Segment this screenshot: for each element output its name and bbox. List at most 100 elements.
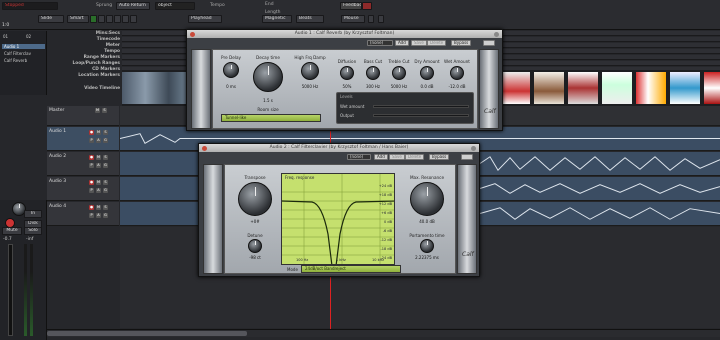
track-rec-button[interactable]: ●	[89, 155, 94, 160]
editor-list-tab-2[interactable]: 02	[26, 34, 31, 39]
transpose-label: Transpose	[244, 175, 266, 180]
range-tool-icon[interactable]	[98, 15, 105, 23]
feedback-button[interactable]: Feedback	[340, 2, 362, 10]
filter-mode-select[interactable]: 24dB/oct Bandreject	[301, 265, 401, 273]
frequency-response-graph[interactable]: Freq. response +24 dB +18 dB +12 dB +6 d…	[281, 173, 395, 265]
db-label: -18 dB	[380, 247, 392, 251]
track-header-audio-1[interactable]: Audio 1 ● M S P A G	[47, 127, 119, 151]
track-header-audio-2[interactable]: Audio 2 ● M S P A G	[47, 152, 119, 176]
treble-cut-knob[interactable]	[392, 66, 406, 80]
preset-add-button[interactable]: Add	[374, 154, 388, 160]
track-solo-button[interactable]: S	[102, 108, 107, 113]
nudge-left-icon[interactable]	[368, 15, 374, 23]
track-name: Audio 2	[49, 154, 67, 159]
high-frq-damp-knob[interactable]	[301, 62, 319, 80]
track-playlist-button[interactable]: P	[89, 163, 94, 168]
dry-amount-knob[interactable]	[420, 66, 434, 80]
edit-mode-select[interactable]: Slide	[38, 15, 64, 23]
track-playlist-button[interactable]: P	[89, 188, 94, 193]
minimize-icon[interactable]	[471, 145, 476, 151]
track-header-audio-4[interactable]: Audio 4 ● M S P A G	[47, 202, 119, 226]
snap-mode-select[interactable]: Magnetic	[262, 15, 292, 23]
track-mute-button[interactable]: M	[96, 130, 101, 135]
track-automation-button[interactable]: A	[96, 163, 101, 168]
track-group-button[interactable]: G	[103, 188, 108, 193]
strip-solo-button[interactable]: Solo	[24, 227, 42, 235]
wet-level-meter	[373, 105, 469, 108]
track-mute-button[interactable]: M	[96, 180, 101, 185]
strip-mute-button[interactable]: Mute	[2, 227, 22, 235]
track-playlist-button[interactable]: P	[89, 213, 94, 218]
track-solo-button[interactable]: S	[103, 155, 108, 160]
close-icon[interactable]	[202, 145, 207, 151]
grab-tool-icon[interactable]	[90, 15, 97, 23]
object-selector[interactable]: object	[155, 2, 195, 10]
track-mute-button[interactable]: M	[96, 205, 101, 210]
bass-cut-knob[interactable]	[366, 66, 380, 80]
video-thumbnail	[568, 72, 598, 104]
horizontal-scrollbar[interactable]	[47, 329, 720, 337]
auto-return-button[interactable]: Auto Return	[116, 2, 150, 10]
preset-delete-button[interactable]: Delete	[427, 40, 447, 46]
edit-point-select[interactable]: Mouse	[341, 15, 365, 23]
audition-tool-icon[interactable]	[122, 15, 129, 23]
gain-fader[interactable]	[8, 244, 13, 336]
track-mute-button[interactable]: M	[96, 155, 101, 160]
preset-save-button[interactable]: Save	[389, 154, 405, 160]
editor-list-item[interactable]: Calf Reverb	[2, 58, 27, 63]
hz-label: 100 Hz	[296, 258, 309, 262]
track-solo-button[interactable]: S	[103, 130, 108, 135]
track-automation-button[interactable]: A	[96, 138, 101, 143]
wet-amount-knob[interactable]	[450, 66, 464, 80]
cut-tool-icon[interactable]	[106, 15, 113, 23]
edit-plugin-icon[interactable]	[461, 154, 473, 160]
preset-add-button[interactable]: Add	[395, 40, 409, 46]
track-rec-button[interactable]: ●	[89, 130, 94, 135]
transpose-knob[interactable]	[238, 182, 272, 216]
editor-list-tab-1[interactable]: 01	[3, 34, 8, 39]
preset-select[interactable]: (none)	[347, 154, 371, 160]
close-icon[interactable]	[190, 31, 195, 37]
monitor-input-button[interactable]: In	[24, 210, 42, 218]
plugin-window-title[interactable]: Audio 1 : Calf Reverb (by Krzysztof Folt…	[187, 30, 502, 38]
track-group-button[interactable]: G	[103, 138, 108, 143]
max-resonance-knob[interactable]	[410, 182, 444, 216]
track-automation-button[interactable]: A	[96, 213, 101, 218]
preset-delete-button[interactable]: Delete	[405, 154, 425, 160]
db-label: +18 dB	[378, 193, 392, 197]
portamento-knob[interactable]	[420, 239, 434, 253]
nudge-right-icon[interactable]	[378, 15, 384, 23]
track-solo-button[interactable]: S	[103, 180, 108, 185]
track-playlist-button[interactable]: P	[89, 138, 94, 143]
grid-type-select[interactable]: Beats	[296, 15, 324, 23]
zoom-focus-select[interactable]: Playhead	[188, 15, 222, 23]
diffusion-knob[interactable]	[340, 66, 354, 80]
preset-save-button[interactable]: Save	[411, 40, 427, 46]
edit-plugin-icon[interactable]	[483, 40, 495, 46]
track-group-button[interactable]: G	[103, 163, 108, 168]
plugin-window-title[interactable]: Audio 2 : Calf Filterclavier (by Krzyszt…	[199, 144, 479, 152]
track-automation-button[interactable]: A	[96, 188, 101, 193]
room-size-select[interactable]: Tunnel-like	[221, 114, 321, 122]
track-header-master[interactable]: Master M S	[47, 106, 119, 126]
track-mute-button[interactable]: M	[95, 108, 100, 113]
knob-value: 1.5 s	[263, 98, 273, 103]
editor-list-item[interactable]: Audio 1	[2, 44, 45, 49]
track-rec-button[interactable]: ●	[89, 205, 94, 210]
scrollbar-thumb[interactable]	[47, 331, 247, 336]
pre-delay-knob[interactable]	[223, 62, 239, 78]
track-header-audio-3[interactable]: Audio 3 ● M S P A G	[47, 177, 119, 201]
bypass-button[interactable]: Bypass	[429, 154, 450, 160]
track-rec-button[interactable]: ●	[89, 180, 94, 185]
preset-select[interactable]: (none)	[367, 40, 393, 46]
stretch-tool-icon[interactable]	[114, 15, 121, 23]
decay-time-knob[interactable]	[253, 62, 283, 92]
track-group-button[interactable]: G	[103, 213, 108, 218]
draw-tool-icon[interactable]	[130, 15, 137, 23]
minimize-icon[interactable]	[494, 31, 499, 37]
track-solo-button[interactable]: S	[103, 205, 108, 210]
smart-mode-button[interactable]: Smart	[67, 15, 89, 23]
editor-list-item[interactable]: Calf Filterclav	[2, 51, 31, 56]
bypass-button[interactable]: Bypass	[451, 40, 472, 46]
detune-knob[interactable]	[248, 239, 262, 253]
